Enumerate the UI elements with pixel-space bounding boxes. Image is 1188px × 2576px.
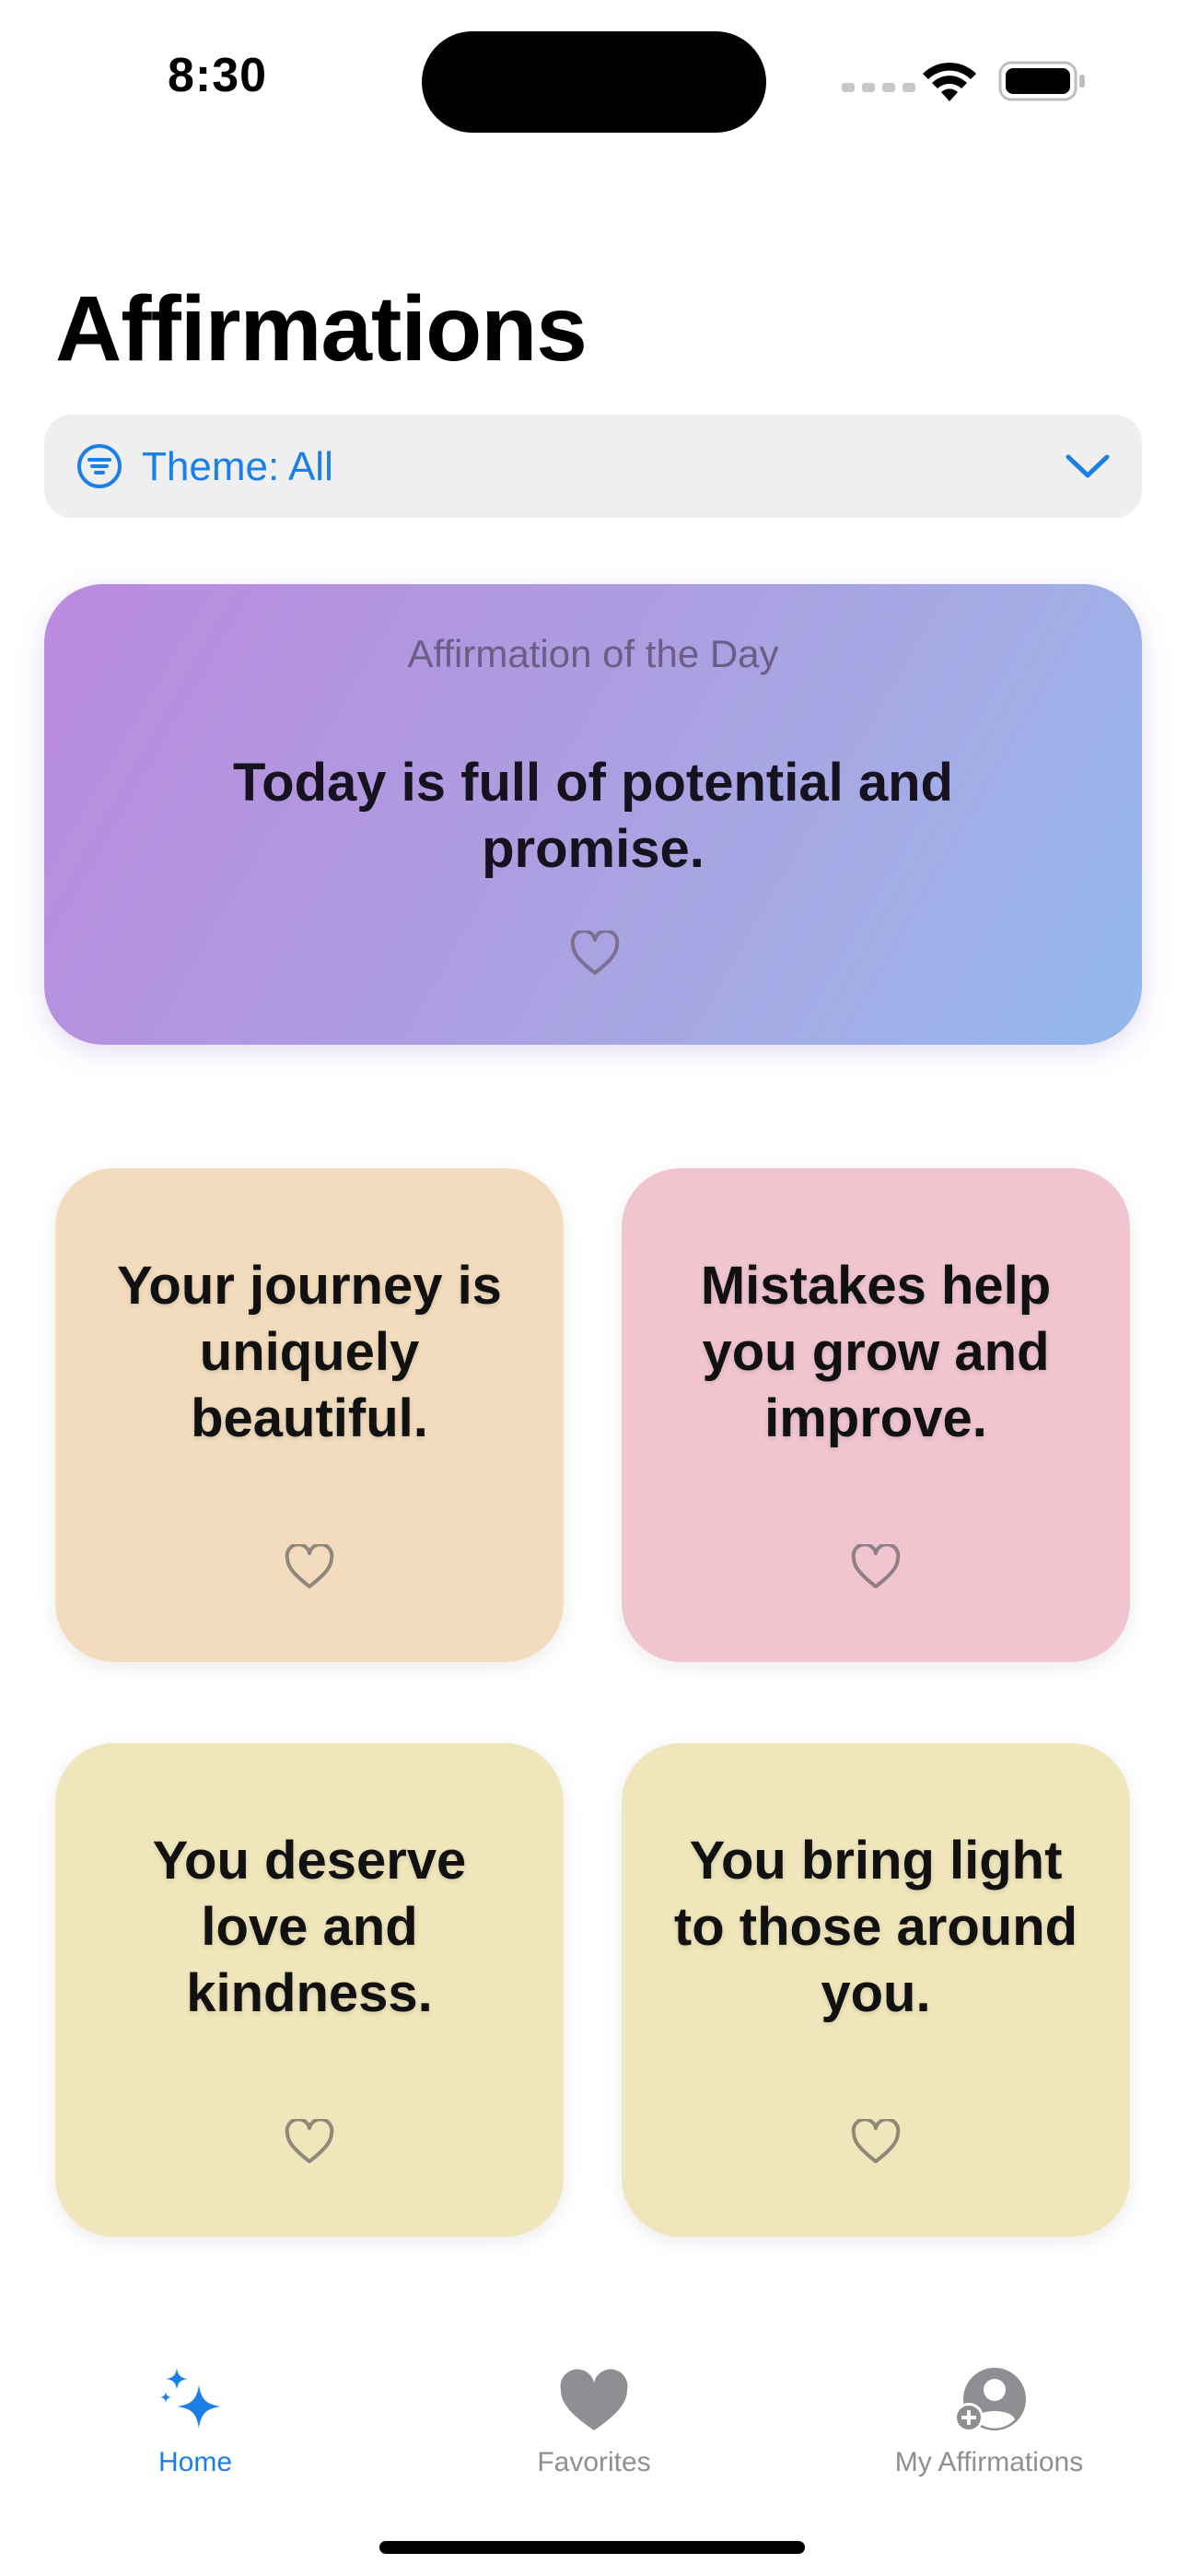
card-kicker: Affirmation of the Day (407, 632, 779, 675)
heart-outline-icon[interactable] (850, 1544, 902, 1590)
heart-outline-icon[interactable] (569, 931, 621, 977)
home-indicator (379, 2541, 805, 2554)
heart-outline-icon[interactable] (850, 2119, 902, 2165)
tab-home[interactable]: Home (57, 2340, 333, 2488)
sparkles-icon (160, 2368, 221, 2429)
person-add-icon (954, 2368, 1026, 2432)
heart-outline-icon[interactable] (284, 1544, 335, 1590)
chevron-down-icon (1066, 454, 1110, 478)
theme-filter-dropdown[interactable]: Theme: All (44, 415, 1142, 518)
tab-my-affirmations-label: My Affirmations (894, 2447, 1084, 2477)
tab-my-affirmations[interactable]: My Affirmations (851, 2340, 1127, 2488)
heart-fill-icon (560, 2369, 628, 2430)
wifi-icon (923, 62, 976, 101)
affirmation-card[interactable]: Your journey is uniquely beautiful. (55, 1168, 564, 1662)
affirmation-card[interactable]: You bring light to those around you. (622, 1743, 1130, 2237)
tab-home-label: Home (157, 2447, 233, 2477)
battery-icon (998, 61, 1085, 101)
heart-outline-icon[interactable] (284, 2119, 335, 2165)
dynamic-island (422, 31, 766, 133)
affirmation-card[interactable]: You deserve love and kindness. (55, 1743, 564, 2237)
filter-icon (77, 444, 122, 488)
tab-favorites-label: Favorites (537, 2447, 651, 2477)
page-title: Affirmations (55, 277, 588, 381)
affirmation-text: Your journey is uniquely beautiful. (117, 1256, 502, 1448)
affirmation-card[interactable]: Mistakes help you grow and improve. (622, 1168, 1130, 1662)
affirmation-text: You bring light to those around you. (673, 1831, 1078, 2023)
affirmation-text: You deserve love and kindness. (152, 1831, 467, 2023)
status-time: 8:30 (168, 49, 268, 102)
cellular-signal-icon (842, 83, 915, 92)
tab-favorites[interactable]: Favorites (456, 2340, 732, 2488)
affirmation-text: Mistakes help you grow and improve. (700, 1256, 1052, 1448)
theme-filter-label: Theme: All (142, 444, 333, 489)
affirmation-text: Today is full of potential and promise. (233, 753, 953, 879)
